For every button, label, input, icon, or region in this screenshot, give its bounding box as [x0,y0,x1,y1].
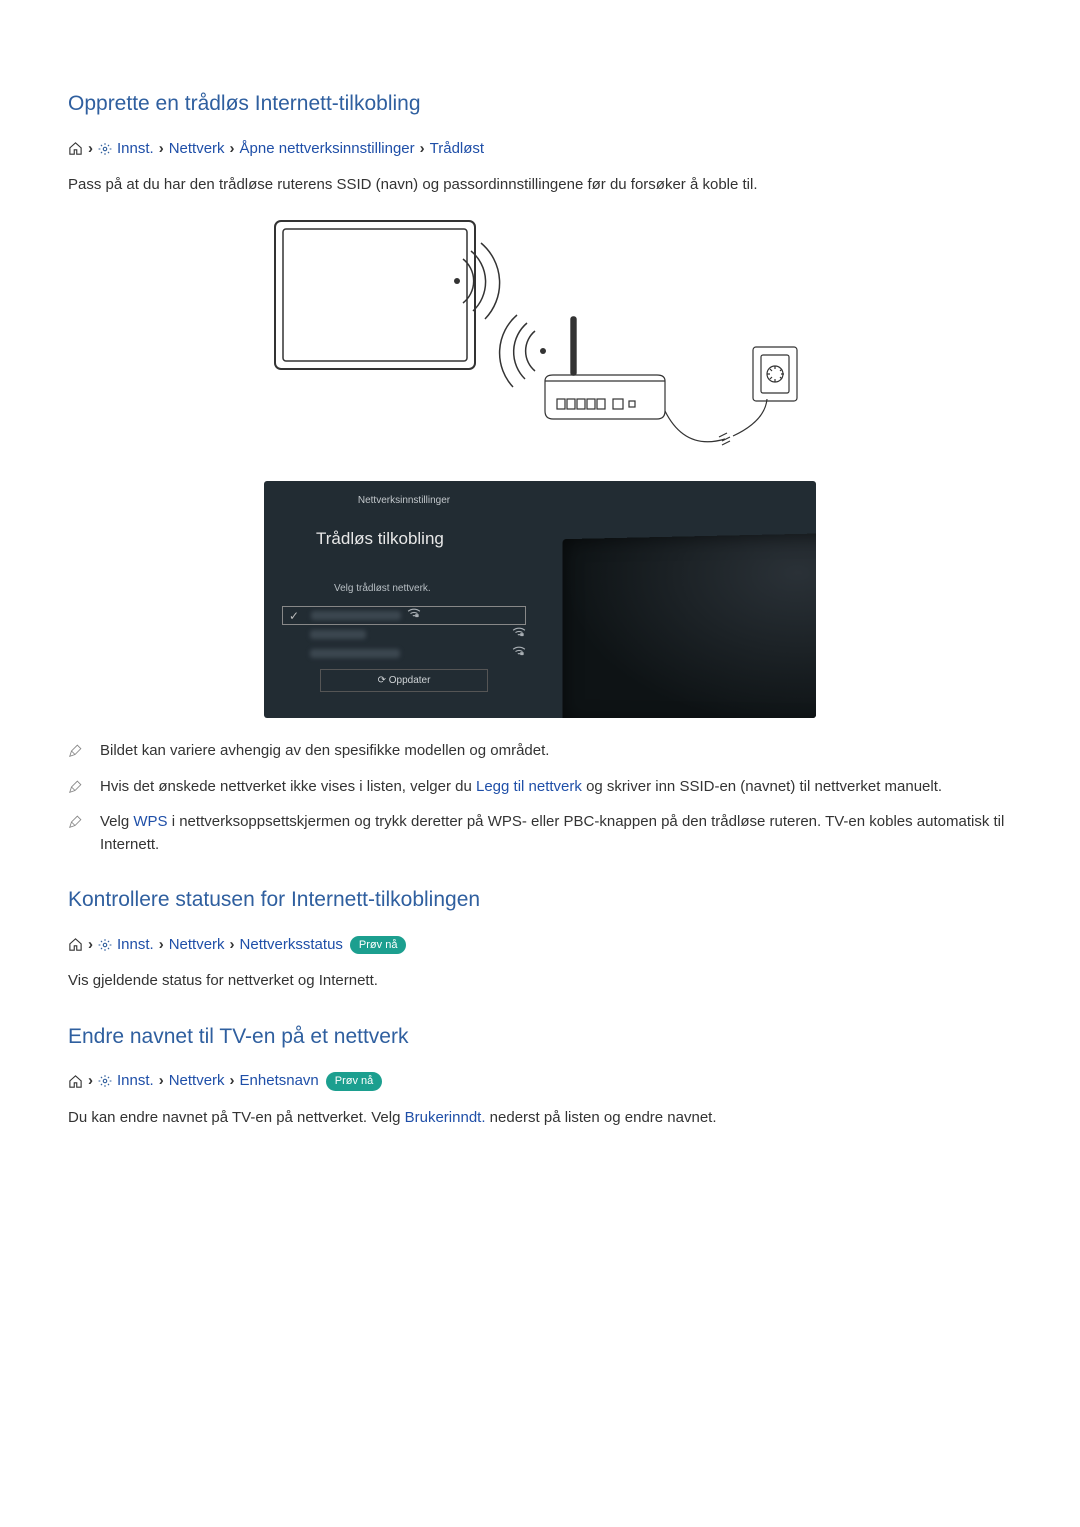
ns-title: Nettverksinnstillinger [264,493,544,508]
illustration-tv-router: Nettverksinnstillinger Trådløs tilkoblin… [68,211,1012,719]
blurred-ssid [310,649,400,658]
network-row[interactable] [264,644,544,663]
note-item: Velg WPS i nettverksoppsettskjermen og t… [68,811,1012,856]
note-item: Hvis det ønskede nettverket ikke vises i… [68,776,1012,802]
tv-photo [562,533,816,718]
heading-check-status: Kontrollere statusen for Internett-tilko… [68,884,1012,916]
link-userinput[interactable]: Brukerinndt. [405,1109,486,1126]
crumb-wireless[interactable]: Trådløst [430,138,484,161]
chevron-right-icon: › [88,138,93,161]
crumb-innst[interactable]: Innst. [117,1070,154,1093]
network-row-selected[interactable]: ✓ [282,606,526,625]
heading-device-name: Endre navnet til TV-en på et nettverk [68,1021,1012,1053]
crumb-netstatus[interactable]: Nettverksstatus [240,934,343,957]
wifi-secure-icon [512,642,526,665]
crumb-innst[interactable]: Innst. [117,138,154,161]
blurred-ssid [310,630,366,639]
note-text: Bildet kan variere avhengig av den spesi… [100,740,549,763]
pen-icon [68,779,82,802]
home-icon [68,937,83,952]
network-settings-screen: Nettverksinnstillinger Trådløs tilkoblin… [264,481,816,719]
chevron-right-icon: › [230,138,235,161]
note-item: Bildet kan variere avhengig av den spesi… [68,740,1012,766]
wifi-secure-icon [407,604,421,627]
intro-text: Pass på at du har den trådløse ruterens … [68,174,1012,197]
pen-icon [68,814,82,837]
chevron-right-icon: › [159,934,164,957]
chevron-right-icon: › [88,1070,93,1093]
crumb-nettverk[interactable]: Nettverk [169,138,225,161]
blurred-ssid [311,611,401,620]
check-icon: ✓ [289,607,305,625]
gear-icon [98,1074,112,1088]
ns-pick-label: Velg trådløst nettverk. [264,581,544,596]
breadcrumb-devname: › Innst. › Nettverk › Enhetsnavn Prøv nå [68,1070,1012,1093]
network-row[interactable] [264,625,544,644]
crumb-innst[interactable]: Innst. [117,934,154,957]
chevron-right-icon: › [230,1070,235,1093]
crumb-devicename[interactable]: Enhetsnavn [240,1070,319,1093]
refresh-button[interactable]: Oppdater [320,669,488,692]
home-icon [68,1074,83,1089]
crumb-nettverk[interactable]: Nettverk [169,934,225,957]
ns-subtitle: Trådløs tilkobling [264,526,544,552]
breadcrumb-status: › Innst. › Nettverk › Nettverksstatus Pr… [68,934,1012,957]
link-wps[interactable]: WPS [133,813,167,830]
gear-icon [98,938,112,952]
gear-icon [98,142,112,156]
crumb-nettverk[interactable]: Nettverk [169,1070,225,1093]
chevron-right-icon: › [159,1070,164,1093]
home-icon [68,141,83,156]
try-now-badge[interactable]: Prøv nå [350,936,407,955]
pen-icon [68,743,82,766]
try-now-badge[interactable]: Prøv nå [326,1072,383,1091]
note-text: Hvis det ønskede nettverket ikke vises i… [100,776,942,799]
breadcrumb-wireless: › Innst. › Nettverk › Åpne nettverksinns… [68,138,1012,161]
status-body: Vis gjeldende status for nettverket og I… [68,970,1012,993]
chevron-right-icon: › [230,934,235,957]
devname-body: Du kan endre navnet på TV-en på nettverk… [68,1107,1012,1130]
chevron-right-icon: › [420,138,425,161]
crumb-open-netset[interactable]: Åpne nettverksinnstillinger [240,138,415,161]
chevron-right-icon: › [159,138,164,161]
note-text: Velg WPS i nettverksoppsettskjermen og t… [100,811,1012,856]
chevron-right-icon: › [88,934,93,957]
heading-wireless-connection: Opprette en trådløs Internett-tilkobling [68,88,1012,120]
link-add-network[interactable]: Legg til nettverk [476,778,582,795]
